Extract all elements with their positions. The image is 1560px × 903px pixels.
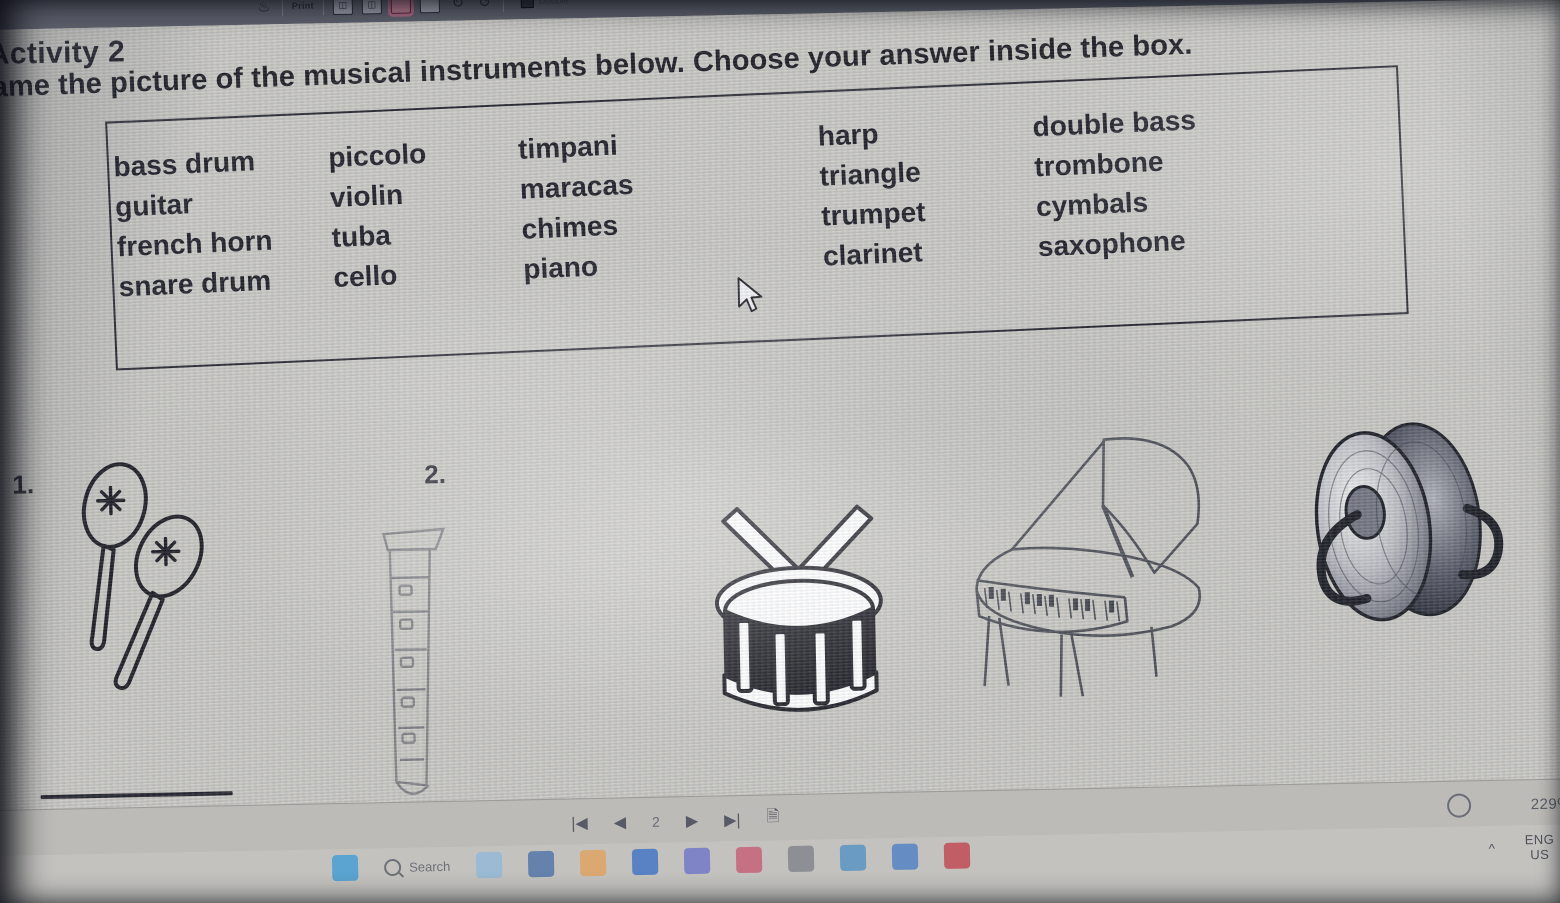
show-hidden-icons-button[interactable]: ^ — [1489, 841, 1495, 856]
word-column-1: bass drum guitar french horn snare drum — [113, 138, 335, 307]
first-page-button[interactable]: |◀ — [571, 813, 588, 833]
taskbar-icon-explorer[interactable] — [528, 850, 555, 878]
page-navigation: |◀ ◀ 2 ▶ ▶| 🗎 — [571, 805, 780, 836]
taskbar-icon-pdf[interactable] — [943, 842, 971, 869]
print-button[interactable]: Print — [292, 0, 314, 10]
single-page-icon[interactable]: ◫ — [332, 0, 354, 16]
taskbar-icon-browser[interactable] — [839, 844, 867, 872]
taskbar-icon-store[interactable] — [787, 845, 815, 873]
taskbar-apps: Search — [331, 842, 971, 882]
page-fit-icon[interactable] — [390, 0, 412, 14]
document-page: Activity 2 Name the picture of the music… — [0, 0, 1560, 816]
language-indicator[interactable]: ENG US — [1524, 831, 1555, 863]
taskbar-icon-word[interactable] — [632, 848, 659, 876]
toolbar-separator — [502, 0, 504, 12]
piano-illustration — [975, 437, 1201, 697]
view-mode-group[interactable]: Double — [520, 0, 570, 8]
word-column-5: double bass trombone cymbals saxophone — [1032, 96, 1299, 267]
search-icon — [383, 858, 402, 876]
word-item: cello — [332, 259, 398, 294]
language-line-2: US — [1530, 846, 1550, 862]
mouse-cursor — [737, 277, 763, 313]
rotate-counterclockwise-icon[interactable]: ↺ — [476, 0, 494, 11]
taskbar-icon-files[interactable] — [580, 849, 607, 877]
view-mode-checkbox[interactable] — [520, 0, 534, 8]
taskbar-icon-mail[interactable] — [736, 846, 763, 874]
start-button[interactable] — [331, 854, 359, 882]
search-placeholder: Search — [408, 858, 451, 875]
clarinet-illustration — [381, 527, 446, 795]
facing-page-icon[interactable]: ◫ — [361, 0, 383, 15]
taskbar-search[interactable]: Search — [383, 857, 451, 876]
item-number-1: 1. — [12, 469, 35, 500]
word-column-4: harp triangle trumpet clarinet — [817, 107, 1039, 276]
screen-photograph: ♨ Print ◫ ◫ ↻ ↺ Double Activity 2 Name t… — [0, 0, 1560, 903]
zoom-reset-icon[interactable] — [1446, 793, 1471, 818]
maracas-illustration — [81, 462, 204, 691]
next-page-button[interactable]: ▶ — [686, 810, 699, 830]
word-column-2: piccolo violin tuba cello — [327, 130, 524, 298]
single-column-icon[interactable] — [419, 0, 441, 14]
snare-drum-illustration — [714, 504, 883, 712]
toolbar-separator — [322, 0, 325, 16]
zoom-level-value[interactable]: 229% — [1531, 795, 1560, 813]
language-line-1: ENG — [1524, 831, 1555, 848]
taskbar-icon-notes[interactable] — [891, 843, 919, 871]
monitor-screen: ♨ Print ◫ ◫ ↻ ↺ Double Activity 2 Name t… — [0, 0, 1560, 903]
answer-line-1[interactable] — [40, 791, 233, 800]
word-column-3: timpani maracas chimes piano — [517, 117, 824, 290]
view-mode-label: Double — [538, 0, 570, 7]
previous-page-button[interactable]: ◀ — [614, 812, 627, 832]
page-thumbnail-icon[interactable]: 🗎 — [766, 805, 779, 832]
taskbar-icon-widgets[interactable] — [476, 851, 503, 879]
zoom-controls: 229% — [1446, 791, 1560, 818]
worksheet: Activity 2 Name the picture of the music… — [0, 0, 1560, 816]
taskbar-icon-teams[interactable] — [684, 847, 711, 875]
droplet-icon[interactable]: ♨ — [255, 0, 273, 16]
page-number-field[interactable]: 2 — [652, 813, 660, 829]
rotate-clockwise-icon[interactable]: ↻ — [449, 0, 467, 12]
system-tray: ^ ENG US ◐ — [1489, 832, 1560, 863]
last-page-button[interactable]: ▶| — [724, 810, 741, 830]
cymbals-illustration — [1314, 422, 1504, 622]
toolbar-separator — [281, 0, 284, 17]
item-number-2: 2. — [423, 458, 447, 490]
